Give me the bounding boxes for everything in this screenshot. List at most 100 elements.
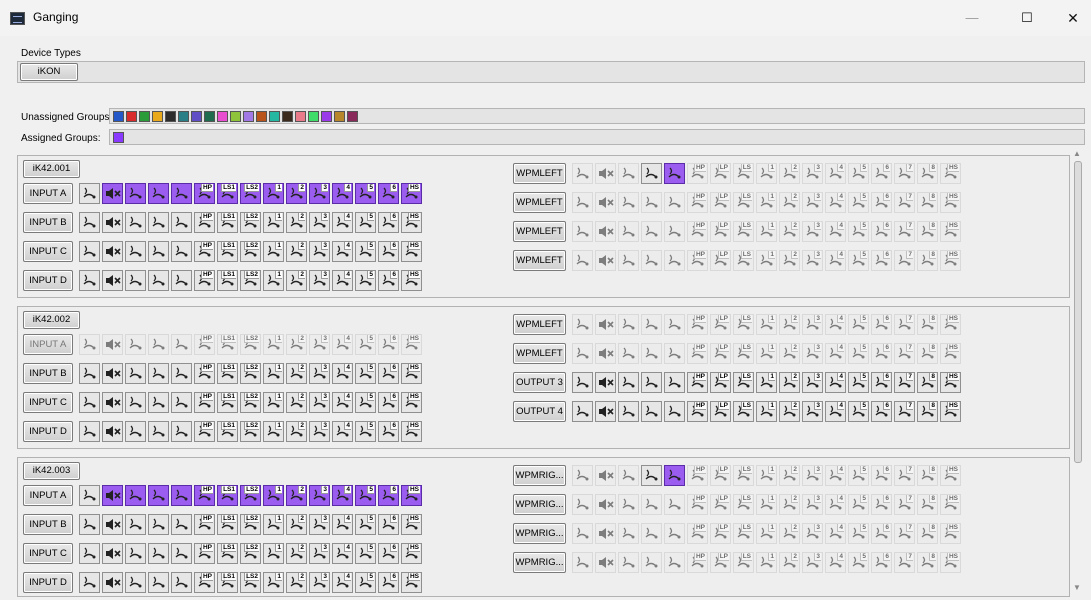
band-6-icon[interactable]: 6 <box>378 514 399 535</box>
high-shelf-icon[interactable]: HS <box>401 270 422 291</box>
fader-icon[interactable]: HS <box>940 192 961 213</box>
band-4-icon[interactable]: 4 <box>332 421 353 442</box>
band-3-icon[interactable]: 3 <box>309 421 330 442</box>
low-pass-icon[interactable]: HP <box>687 314 708 335</box>
mute-icon[interactable] <box>595 523 616 544</box>
high-pass-icon[interactable]: HP <box>194 212 215 233</box>
band-6-icon[interactable]: 5 <box>848 494 869 515</box>
band-3-icon[interactable]: 2 <box>779 494 800 515</box>
low-shelf-1-icon[interactable]: LS1 <box>217 241 238 262</box>
band-2-icon[interactable]: 2 <box>286 543 307 564</box>
high-pass-icon[interactable] <box>664 314 685 335</box>
eq-curve-icon[interactable] <box>641 465 662 486</box>
gain-icon[interactable] <box>125 270 146 291</box>
band-2-icon[interactable]: 1 <box>756 163 777 184</box>
band-4-icon[interactable]: 4 <box>332 183 353 204</box>
mic-phase-icon[interactable] <box>79 270 100 291</box>
eq-curve-icon[interactable] <box>641 343 662 364</box>
band-3-icon[interactable]: 3 <box>309 485 330 506</box>
output-channel-button[interactable]: WPMLEFT <box>513 343 566 364</box>
band-8-icon[interactable]: 7 <box>894 401 915 422</box>
output-channel-button[interactable]: WPMLEFT <box>513 221 566 242</box>
fader-icon[interactable]: HS <box>940 314 961 335</box>
high-shelf-icon[interactable]: HS <box>401 183 422 204</box>
band-5-icon[interactable]: 4 <box>825 465 846 486</box>
band-3-icon[interactable]: 2 <box>779 343 800 364</box>
fader-icon[interactable]: HS <box>940 250 961 271</box>
gain-icon[interactable] <box>618 494 639 515</box>
output-channel-button[interactable]: WPMRIG... <box>513 552 566 573</box>
band-3-icon[interactable]: 2 <box>779 221 800 242</box>
band-1-icon[interactable]: 1 <box>263 363 284 384</box>
eq-curve-icon[interactable] <box>641 401 662 422</box>
device-name-button[interactable]: iK42.003 <box>23 462 80 480</box>
band-6-icon[interactable]: 5 <box>848 552 869 573</box>
band-7-icon[interactable]: 6 <box>871 343 892 364</box>
mute-icon[interactable] <box>102 392 123 413</box>
high-pass-icon[interactable]: HP <box>194 363 215 384</box>
input-channel-button[interactable]: INPUT A <box>23 485 73 506</box>
gain-icon[interactable] <box>618 401 639 422</box>
low-shelf-1-icon[interactable]: LS1 <box>217 572 238 593</box>
group-swatch[interactable] <box>295 111 306 122</box>
low-shelf-1-icon[interactable]: LS1 <box>217 270 238 291</box>
output-channel-button[interactable]: WPMRIG... <box>513 494 566 515</box>
mic-phase-icon[interactable] <box>79 485 100 506</box>
low-pass-icon[interactable]: HP <box>687 163 708 184</box>
band-6-icon[interactable]: 5 <box>848 372 869 393</box>
band-1-icon[interactable]: 1 <box>263 421 284 442</box>
mute-icon[interactable] <box>595 372 616 393</box>
mute-icon[interactable] <box>102 514 123 535</box>
band-5-icon[interactable]: 4 <box>825 314 846 335</box>
band-4-icon[interactable]: 4 <box>332 212 353 233</box>
minimize-button[interactable]: — <box>949 4 995 32</box>
mute-icon[interactable] <box>102 485 123 506</box>
eq-curve-icon[interactable] <box>171 572 192 593</box>
band-8-icon[interactable]: 7 <box>894 465 915 486</box>
band-8-icon[interactable]: 7 <box>894 343 915 364</box>
low-shelf-1-icon[interactable]: LS1 <box>217 514 238 535</box>
band-2-icon[interactable]: 1 <box>756 372 777 393</box>
low-pass-icon[interactable]: HP <box>687 465 708 486</box>
low-shelf-icon[interactable]: LP <box>710 552 731 573</box>
device-name-button[interactable]: iK42.001 <box>23 160 80 178</box>
band-3-icon[interactable]: 3 <box>309 183 330 204</box>
band-3-icon[interactable]: 2 <box>779 523 800 544</box>
band-1-icon[interactable]: LS <box>733 552 754 573</box>
high-shelf-icon[interactable]: HS <box>401 572 422 593</box>
band-3-icon[interactable]: 3 <box>309 572 330 593</box>
input-channel-button[interactable]: INPUT A <box>23 183 73 204</box>
group-swatch[interactable] <box>230 111 241 122</box>
eq-curve-icon[interactable] <box>171 270 192 291</box>
band-2-icon[interactable]: 2 <box>286 421 307 442</box>
band-5-icon[interactable]: 4 <box>825 250 846 271</box>
eq-curve-icon[interactable] <box>171 543 192 564</box>
low-shelf-1-icon[interactable]: LS1 <box>217 485 238 506</box>
mute-icon[interactable] <box>595 192 616 213</box>
filter-icon[interactable] <box>148 363 169 384</box>
mic-phase-icon[interactable] <box>572 465 593 486</box>
band-2-icon[interactable]: 1 <box>756 250 777 271</box>
filter-icon[interactable] <box>148 241 169 262</box>
filter-icon[interactable] <box>148 514 169 535</box>
mic-phase-icon[interactable] <box>572 192 593 213</box>
mute-icon[interactable] <box>102 363 123 384</box>
fader-icon[interactable]: HS <box>940 494 961 515</box>
gain-icon[interactable] <box>125 392 146 413</box>
mute-icon[interactable] <box>102 183 123 204</box>
low-shelf-icon[interactable]: LP <box>710 523 731 544</box>
band-3-icon[interactable]: 3 <box>309 334 330 355</box>
band-8-icon[interactable]: 7 <box>894 523 915 544</box>
band-3-icon[interactable]: 2 <box>779 192 800 213</box>
group-swatch[interactable] <box>308 111 319 122</box>
band-5-icon[interactable]: 5 <box>355 392 376 413</box>
gain-icon[interactable] <box>125 572 146 593</box>
high-pass-icon[interactable] <box>664 465 685 486</box>
device-name-button[interactable]: iK42.002 <box>23 311 80 329</box>
band-6-icon[interactable]: 6 <box>378 543 399 564</box>
eq-curve-icon[interactable] <box>641 552 662 573</box>
output-channel-button[interactable]: OUTPUT 3 <box>513 372 566 393</box>
gain-icon[interactable] <box>618 372 639 393</box>
band-4-icon[interactable]: 4 <box>332 485 353 506</box>
band-3-icon[interactable]: 3 <box>309 212 330 233</box>
